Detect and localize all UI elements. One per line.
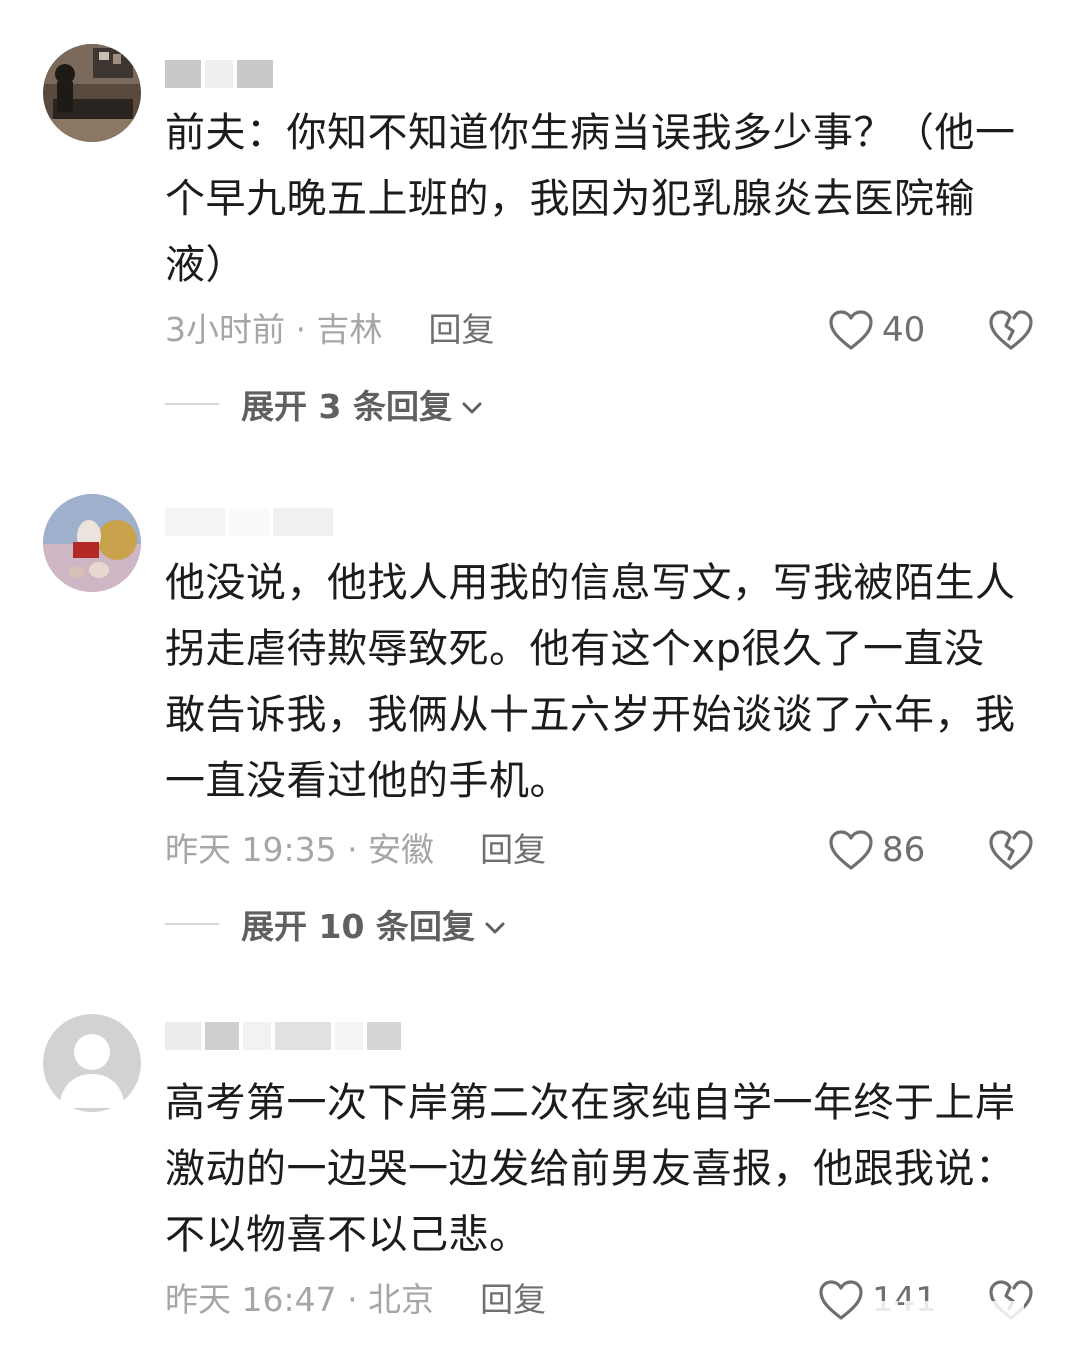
divider [165,403,219,405]
avatar[interactable] [43,1014,141,1112]
comment-meta: 昨天 19:35 · 安徽 回复 [165,830,546,870]
like-count: 86 [882,830,926,870]
divider [165,923,219,925]
timestamp-location: 昨天 19:35 · 安徽 [165,830,435,869]
comment-meta: 昨天 16:47 · 北京 回复 [165,1280,546,1320]
comment-meta: 3小时前 · 吉林 回复 [165,310,494,350]
expand-replies-label: 展开 3 条回复 [241,387,452,426]
avatar[interactable] [43,494,141,592]
username-redacted[interactable] [165,1018,401,1054]
comment-text: 前夫：你知不知道你生病当误我多少事？（他一个早九晚五上班的，我因为犯乳腺炎去医院… [165,110,1016,288]
reply-button[interactable]: 回复 [428,310,494,350]
heart-outline-icon [818,1279,864,1321]
dislike-button[interactable] [988,307,1034,353]
chevron-down-icon [483,905,507,944]
heart-outline-icon [828,309,874,351]
expand-replies-button[interactable]: 展开 3 条回复 [165,384,484,426]
broken-heart-icon [988,309,1034,351]
like-button[interactable]: 86 [828,827,925,873]
reply-button[interactable]: 回复 [480,830,546,870]
timestamp-location: 昨天 16:47 · 北京 [165,1280,435,1319]
username-redacted[interactable] [165,56,273,92]
timestamp-location: 3小时前 · 吉林 [165,310,383,349]
broken-heart-icon [988,829,1034,871]
like-count: 40 [882,310,926,350]
reply-button[interactable]: 回复 [480,1280,546,1320]
heart-outline-icon [828,829,874,871]
redacted-watermark [862,1299,1066,1343]
avatar[interactable] [43,44,141,142]
comment-text: 他没说，他找人用我的信息写文，写我被陌生人拐走虐待欺辱致死。他有这个xp很久了一… [165,560,1016,804]
expand-replies-label: 展开 10 条回复 [241,907,475,946]
username-redacted[interactable] [165,504,333,540]
dislike-button[interactable] [988,827,1034,873]
chevron-down-icon [460,385,484,424]
like-button[interactable]: 40 [828,307,925,353]
expand-replies-button[interactable]: 展开 10 条回复 [165,904,507,946]
comment-text: 高考第一次下岸第二次在家纯自学一年终于上岸激动的一边哭一边发给前男友喜报，他跟我… [165,1080,1016,1258]
